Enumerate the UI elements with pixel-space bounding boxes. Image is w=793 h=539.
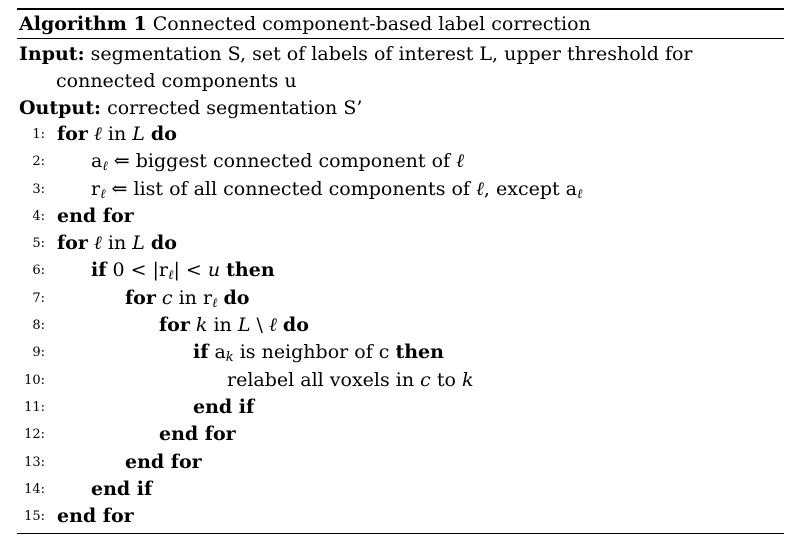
algorithm-line-1: 1: for ℓ in L do [0, 121, 793, 148]
line-number: 7: [32, 290, 45, 306]
algorithm-line-9: 9: if ak is neighbor of c then [0, 339, 793, 366]
algorithm-line-14: 14: end if [0, 476, 793, 503]
algorithm-body: 1: for ℓ in L do 2: aℓ ⇐ biggest connect… [0, 121, 793, 530]
line-number: 8: [32, 318, 45, 334]
algorithm-line-6: 6: if 0 < |rℓ| < u then [0, 257, 793, 284]
line-text: end for [159, 423, 236, 446]
line-number: 5: [32, 236, 45, 252]
output-spec: Output: corrected segmentation S’ [19, 95, 784, 122]
line-number: 2: [32, 154, 45, 170]
line-text: for c in rℓ do [125, 286, 250, 311]
algorithm-caption: Algorithm 1 Connected component-based la… [19, 11, 782, 37]
line-text: end if [91, 477, 153, 500]
line-number: 9: [32, 345, 45, 361]
line-number: 6: [32, 263, 45, 279]
line-text: if 0 < |rℓ| < u then [91, 259, 275, 284]
algorithm-line-3: 3: rℓ ⇐ list of all connected components… [0, 176, 793, 203]
line-number: 13: [24, 454, 45, 470]
line-text: for ℓ in L do [57, 123, 177, 145]
line-text: end for [57, 505, 134, 528]
line-number: 15: [24, 509, 45, 525]
line-text: rℓ ⇐ list of all connected components of… [91, 177, 583, 202]
algorithm-line-13: 13: end for [0, 449, 793, 476]
line-text: for ℓ in L do [57, 232, 177, 255]
input-label: Input: [19, 43, 85, 65]
line-text: relabel all voxels in c to k [227, 368, 474, 391]
algorithm-line-15: 15: end for [0, 503, 793, 530]
algorithm-line-4: 4: end for [0, 203, 793, 230]
line-number: 10: [24, 372, 45, 388]
algorithm-line-7: 7: for c in rℓ do [0, 285, 793, 312]
algorithm-line-2: 2: aℓ ⇐ biggest connected component of ℓ [0, 148, 793, 175]
algorithm-line-10: 10: relabel all voxels in c to k [0, 367, 793, 394]
line-text: aℓ ⇐ biggest connected component of ℓ [91, 150, 465, 175]
input-text-line1: segmentation S, set of labels of interes… [90, 43, 693, 65]
algorithm-line-8: 8: for k in L \ ℓ do [0, 312, 793, 339]
input-spec: Input: segmentation S, set of labels of … [19, 41, 784, 95]
line-text: if ak is neighbor of c then [193, 341, 444, 366]
bottom-rule [17, 533, 784, 534]
line-text: end for [57, 204, 134, 227]
output-label: Output: [19, 97, 102, 119]
algorithm-line-11: 11: end if [0, 394, 793, 421]
output-text: corrected segmentation S’ [107, 97, 363, 119]
top-rule [17, 8, 784, 10]
line-number: 11: [24, 399, 45, 415]
line-text: end if [193, 395, 255, 418]
caption-rule [17, 38, 784, 39]
line-text: end for [125, 450, 202, 473]
line-number: 1: [32, 127, 45, 142]
line-number: 12: [24, 427, 45, 443]
line-number: 4: [32, 208, 45, 224]
algorithm-title: Connected component-based label correcti… [152, 13, 591, 35]
line-number: 3: [32, 181, 45, 197]
line-text: for k in L \ ℓ do [159, 314, 309, 337]
algorithm-line-5: 5: for ℓ in L do [0, 230, 793, 257]
line-number: 14: [24, 481, 45, 497]
input-text-line2: connected components u [56, 70, 297, 92]
algorithm-line-12: 12: end for [0, 421, 793, 448]
algorithm-number: Algorithm 1 [19, 13, 147, 35]
